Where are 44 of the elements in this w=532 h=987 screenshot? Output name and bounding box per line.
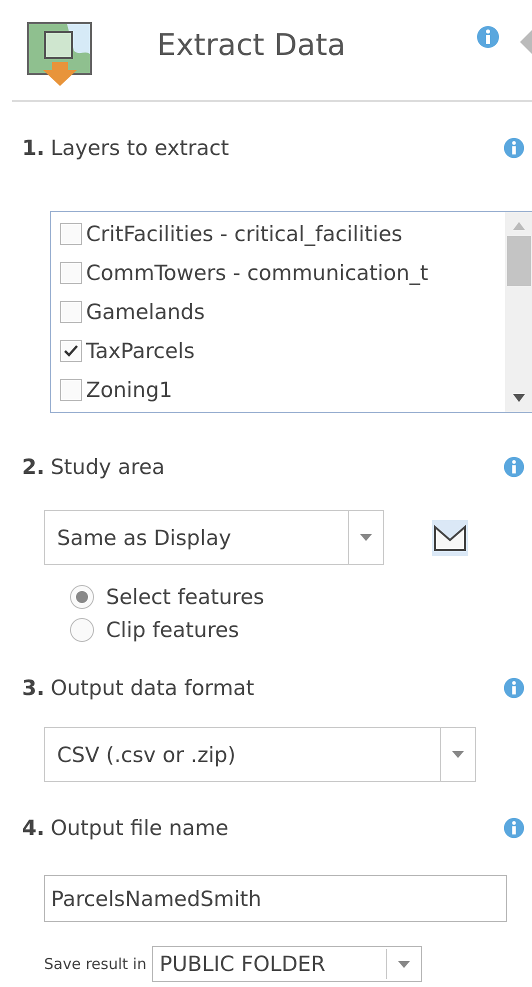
step-title: Output data format: [50, 676, 254, 700]
save-label: Save result in: [44, 955, 146, 973]
step-title: Study area: [50, 455, 165, 479]
dropdown[interactable]: CSV (.csv or .zip): [44, 727, 476, 782]
panel-title: Extract Data: [157, 28, 346, 62]
caret-icon: [398, 960, 410, 968]
envelope-icon[interactable]: [432, 520, 468, 556]
radio-label[interactable]: Clip features: [106, 618, 240, 642]
step-number: 4.: [22, 816, 45, 840]
scroll-down-icon[interactable]: [512, 394, 524, 402]
file-name-field[interactable]: ParcelsNamedSmith: [44, 875, 507, 922]
dropdown[interactable]: Same as Display: [44, 510, 384, 565]
checkbox[interactable]: [60, 378, 82, 400]
info-icon[interactable]: [503, 137, 525, 159]
info-icon[interactable]: [476, 25, 500, 49]
info-icon[interactable]: [503, 677, 525, 699]
info-icon[interactable]: [503, 817, 525, 839]
scroll-up-icon[interactable]: [512, 222, 524, 230]
layer-label[interactable]: Gamelands: [86, 300, 205, 324]
checkbox[interactable]: [60, 340, 82, 362]
step-number: 3.: [22, 676, 45, 700]
caret-icon: [360, 534, 372, 541]
collapse-icon[interactable]: [520, 30, 532, 54]
folder-dropdown[interactable]: PUBLIC FOLDER: [152, 946, 422, 982]
layer-label[interactable]: TaxParcels: [86, 338, 195, 362]
scrollbar[interactable]: [505, 212, 532, 412]
step-title: Output file name: [50, 816, 228, 840]
info-icon[interactable]: [503, 456, 525, 478]
check-icon: [63, 344, 79, 358]
layer-label[interactable]: Zoning1: [86, 378, 172, 402]
checkbox[interactable]: [60, 262, 82, 284]
radio-button[interactable]: [70, 584, 94, 608]
step-number: 2.: [22, 455, 45, 479]
step-title: Layers to extract: [50, 136, 230, 160]
scroll-thumb[interactable]: [506, 236, 530, 286]
radio-label[interactable]: Select features: [106, 584, 264, 608]
layer-label[interactable]: CommTowers - communication_t: [86, 260, 428, 284]
step-number: 1.: [22, 136, 45, 160]
caret-icon: [452, 751, 464, 758]
radio-button[interactable]: [70, 618, 94, 642]
checkbox[interactable]: [60, 300, 82, 322]
layer-label[interactable]: CritFacilities - critical_facilities: [86, 222, 402, 246]
extract-map-icon: [27, 22, 93, 86]
checkbox[interactable]: [60, 222, 82, 244]
